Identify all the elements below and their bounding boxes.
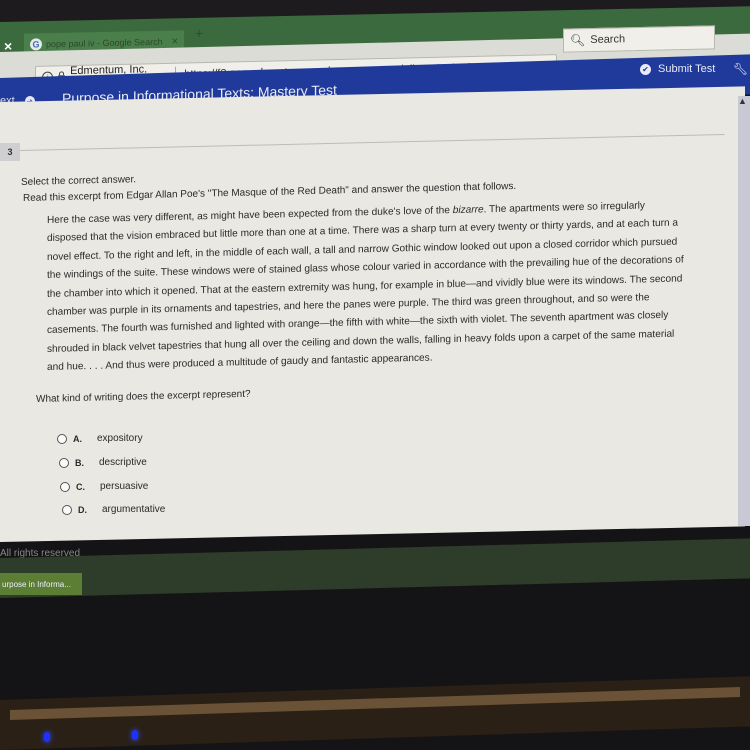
submit-test-button[interactable]: ✔ Submit Test	[640, 63, 715, 75]
browser-search-box[interactable]: 🔍︎ Search	[563, 25, 715, 53]
radio-button[interactable]	[59, 457, 69, 468]
submit-label: Submit Test	[658, 63, 716, 75]
scroll-up-icon[interactable]: ▲	[738, 96, 747, 106]
question-number-badge: 3	[0, 143, 20, 161]
radio-button[interactable]	[62, 504, 72, 515]
answer-option-b[interactable]: B. descriptive	[59, 457, 147, 468]
taskbar-item[interactable]: urpose in Informa...	[0, 573, 82, 595]
answer-option-c[interactable]: C. persuasive	[60, 481, 148, 492]
radio-button[interactable]	[60, 481, 70, 492]
new-tab-button[interactable]: +	[195, 25, 203, 41]
close-tab-icon[interactable]: ×	[172, 35, 178, 47]
tab-title: pope paul iv - Google Search	[46, 36, 163, 50]
status-led-icon	[132, 730, 138, 740]
search-icon: 🔍︎	[570, 33, 586, 48]
check-circle-icon: ✔	[640, 63, 651, 75]
power-led-icon	[44, 732, 50, 742]
tools-wrench-icon[interactable]: 🔧︎	[733, 62, 748, 76]
google-favicon-icon: G	[30, 38, 42, 51]
answer-option-d[interactable]: D. argumentative	[62, 504, 165, 515]
answer-option-a[interactable]: A. expository	[57, 433, 143, 444]
radio-button[interactable]	[57, 433, 67, 444]
scrollbar[interactable]	[738, 96, 750, 526]
taskbar	[0, 538, 750, 598]
search-placeholder: Search	[590, 33, 626, 47]
passage-excerpt: Here the case was very different, as mig…	[47, 196, 712, 378]
